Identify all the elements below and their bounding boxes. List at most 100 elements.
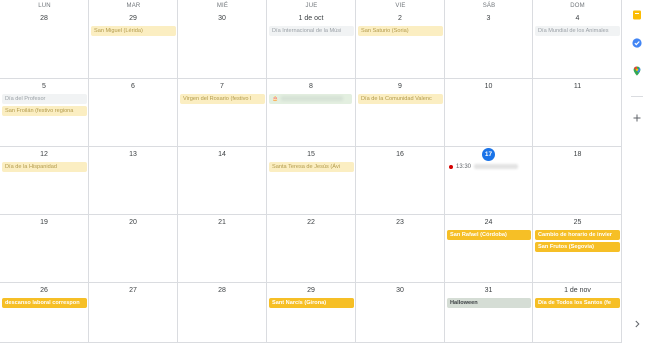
date-number[interactable]: 18 bbox=[533, 151, 622, 158]
date-number[interactable]: 23 bbox=[356, 219, 444, 226]
date-number[interactable]: 20 bbox=[89, 219, 177, 226]
event-chip[interactable]: Sant Narcís (Girona) bbox=[269, 298, 354, 308]
day-cell[interactable]: 23 bbox=[356, 215, 445, 283]
day-cell[interactable]: 19 bbox=[0, 215, 89, 283]
cake-icon: 🎂 bbox=[272, 96, 279, 102]
day-cell[interactable]: 7 Virgen del Rosario (festivo l bbox=[178, 79, 267, 147]
day-cell[interactable]: 29 Sant Narcís (Girona) bbox=[267, 283, 356, 343]
date-number[interactable]: 7 bbox=[178, 83, 266, 90]
event-chip[interactable]: Halloween bbox=[447, 298, 531, 308]
date-number[interactable]: 22 bbox=[267, 219, 355, 226]
event-chip[interactable]: Día del Profesor bbox=[2, 94, 87, 104]
redacted-event-chip[interactable]: 🎂 bbox=[269, 94, 352, 104]
event-chip[interactable]: San Frutos (Segovia) bbox=[535, 242, 620, 252]
event-chip[interactable]: San Rafael (Córdoba) bbox=[447, 230, 531, 240]
day-cell[interactable]: 18 bbox=[533, 147, 622, 215]
date-number[interactable]: 3 bbox=[445, 15, 532, 22]
date-number[interactable]: 21 bbox=[178, 219, 266, 226]
weekday-label: LUN bbox=[38, 3, 51, 9]
day-cell[interactable]: 6 bbox=[89, 79, 178, 147]
event-chip[interactable]: San Froilán (festivo regiona bbox=[2, 106, 87, 116]
today-date-number[interactable]: 17 bbox=[445, 148, 532, 161]
day-cell[interactable]: 8 🎂 bbox=[267, 79, 356, 147]
event-chip[interactable]: Cambio de horario de invier bbox=[535, 230, 620, 240]
date-number[interactable]: 4 bbox=[533, 15, 622, 22]
date-number[interactable]: 5 bbox=[0, 83, 88, 90]
date-number[interactable]: 19 bbox=[0, 219, 88, 226]
date-number[interactable]: 29 bbox=[267, 287, 355, 294]
event-chip[interactable]: San Miguel (Lérida) bbox=[91, 26, 176, 36]
event-chip[interactable]: descanso laboral correspon bbox=[2, 298, 87, 308]
day-cell[interactable]: 30 bbox=[356, 283, 445, 343]
date-number[interactable]: 9 bbox=[356, 83, 444, 90]
day-cell[interactable]: 21 bbox=[178, 215, 267, 283]
event-chip[interactable]: Virgen del Rosario (festivo l bbox=[180, 94, 265, 104]
date-number[interactable]: 1 de oct bbox=[267, 15, 355, 22]
day-cell[interactable]: 5 Día del Profesor San Froilán (festivo re… bbox=[0, 79, 89, 147]
date-number[interactable]: 8 bbox=[267, 83, 355, 90]
date-number[interactable]: 28 bbox=[0, 15, 88, 22]
day-cell[interactable]: 9 Día de la Comunidad Valenc bbox=[356, 79, 445, 147]
weekday-header: LUN MAR MIÉ JUE VIE SÁB DOM bbox=[0, 0, 622, 12]
weekday-label: DOM bbox=[570, 3, 585, 9]
keep-icon[interactable] bbox=[632, 10, 642, 20]
date-number[interactable]: 31 bbox=[445, 287, 532, 294]
date-number[interactable]: 11 bbox=[533, 83, 622, 90]
date-number[interactable]: 16 bbox=[356, 151, 444, 158]
day-cell[interactable]: 1 de nov Día de Todos los Santos (fe bbox=[533, 283, 622, 343]
date-number[interactable]: 10 bbox=[445, 83, 532, 90]
day-cell[interactable]: 14 bbox=[178, 147, 267, 215]
day-cell[interactable]: 12 Día de la Hispanidad bbox=[0, 147, 89, 215]
day-cell[interactable]: 26 descanso laboral correspon bbox=[0, 283, 89, 343]
day-cell[interactable]: 28 bbox=[178, 283, 267, 343]
redacted-text bbox=[281, 96, 344, 102]
weekday-label: MAR bbox=[126, 3, 141, 9]
today-badge[interactable]: 17 bbox=[482, 148, 495, 161]
event-time: 13:30 bbox=[456, 164, 472, 171]
date-number[interactable]: 28 bbox=[178, 287, 266, 294]
event-chip[interactable]: Día Mundial de los Animales bbox=[535, 26, 620, 36]
side-divider bbox=[631, 96, 643, 97]
event-chip[interactable]: Santa Teresa de Jesús (Ávi bbox=[269, 162, 354, 172]
date-number[interactable]: 29 bbox=[89, 15, 177, 22]
event-chip[interactable]: San Saturio (Soria) bbox=[358, 26, 443, 36]
event-chip[interactable]: Día de Todos los Santos (fe bbox=[535, 298, 620, 308]
chevron-right-icon[interactable] bbox=[632, 319, 642, 329]
day-cell[interactable]: 31 Halloween bbox=[445, 283, 533, 343]
date-number[interactable]: 30 bbox=[178, 15, 266, 22]
date-number[interactable]: 25 bbox=[533, 219, 622, 226]
event-chip[interactable]: Día de la Hispanidad bbox=[2, 162, 87, 172]
day-cell[interactable]: 13 bbox=[89, 147, 178, 215]
day-cell[interactable]: 17 13:30 bbox=[445, 147, 533, 215]
date-number[interactable]: 26 bbox=[0, 287, 88, 294]
day-cell[interactable]: 15 Santa Teresa de Jesús (Ávi bbox=[267, 147, 356, 215]
day-cell[interactable]: 25 Cambio de horario de invier San Frutos … bbox=[533, 215, 622, 283]
day-cell[interactable]: 10 bbox=[445, 79, 533, 147]
date-number[interactable]: 30 bbox=[356, 287, 444, 294]
weekday-label: JUE bbox=[305, 3, 318, 9]
day-cell[interactable]: 11 bbox=[533, 79, 622, 147]
date-number[interactable]: 24 bbox=[445, 219, 532, 226]
weekday-label: MIÉ bbox=[216, 3, 229, 9]
maps-icon[interactable] bbox=[632, 66, 642, 76]
day-cell[interactable]: 27 bbox=[89, 283, 178, 343]
day-cell[interactable]: 22 bbox=[267, 215, 356, 283]
tasks-icon[interactable] bbox=[632, 38, 642, 48]
day-cell[interactable]: 20 bbox=[89, 215, 178, 283]
date-number[interactable]: 27 bbox=[89, 287, 177, 294]
event-color-dot bbox=[449, 164, 453, 169]
weekday-label: VIE bbox=[395, 3, 406, 9]
date-number[interactable]: 14 bbox=[178, 151, 266, 158]
event-chip[interactable]: Día de la Comunidad Valenc bbox=[358, 94, 443, 104]
event-chip[interactable]: Día Internacional de la Músi bbox=[269, 26, 354, 36]
date-number[interactable]: 15 bbox=[267, 151, 355, 158]
day-cell[interactable]: 16 bbox=[356, 147, 445, 215]
add-icon[interactable] bbox=[632, 113, 642, 123]
day-cell[interactable]: 24 San Rafael (Córdoba) bbox=[445, 215, 533, 283]
timed-event[interactable]: 13:30 bbox=[449, 164, 519, 171]
date-number[interactable]: 1 de nov bbox=[533, 287, 622, 294]
date-number[interactable]: 12 bbox=[0, 151, 88, 158]
date-number[interactable]: 6 bbox=[89, 83, 177, 90]
date-number[interactable]: 13 bbox=[89, 151, 177, 158]
date-number[interactable]: 2 bbox=[356, 15, 444, 22]
